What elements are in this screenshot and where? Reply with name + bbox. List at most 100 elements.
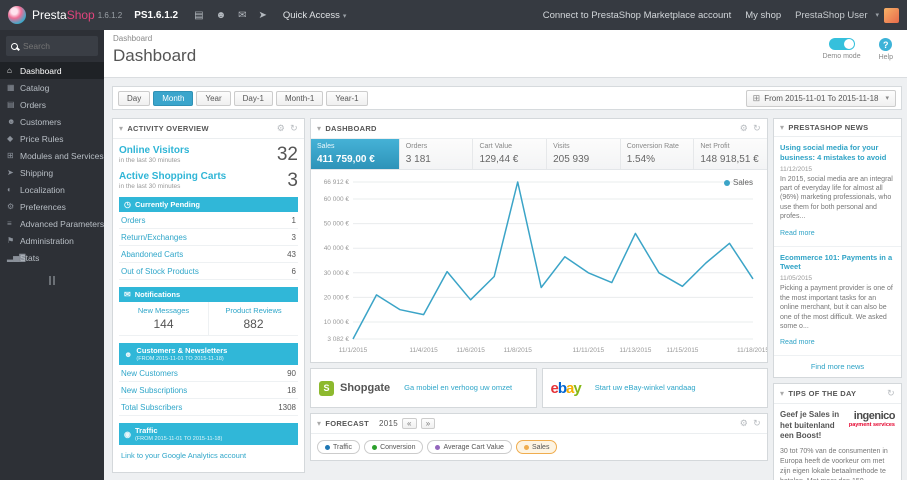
refresh-icon[interactable]: ↻	[887, 388, 895, 399]
gear-icon[interactable]: ⚙	[740, 123, 748, 134]
tip-body: 30 tot 70% van de consumenten in Europa …	[780, 447, 888, 480]
metric-average-cart-value-button[interactable]: Average Cart Value	[427, 440, 512, 454]
kpi-sales[interactable]: Sales 411 759,00 €	[311, 139, 399, 169]
shopgate-link[interactable]: Ga mobiel en verhoog uw omzet	[404, 383, 512, 392]
product-reviews-stat[interactable]: Product Reviews 882	[208, 302, 298, 335]
sidebar-item-administration[interactable]: ⚑ Administration	[0, 232, 104, 249]
sidebar-item-dashboard[interactable]: ⌂ Dashboard	[0, 62, 104, 79]
svg-text:60 000 €: 60 000 €	[324, 196, 350, 203]
gear-icon[interactable]: ⚙	[277, 123, 285, 134]
my-shop-link[interactable]: My shop	[745, 10, 781, 21]
sidebar-item-price-rules[interactable]: ◆ Price Rules	[0, 130, 104, 147]
sidebar-item-preferences[interactable]: ⚙ Preferences	[0, 198, 104, 215]
stat-value: 144	[153, 317, 174, 331]
sidebar-item-shipping[interactable]: ➤ Shipping	[0, 164, 104, 181]
help-button[interactable]: ? Help	[879, 38, 893, 61]
svg-text:66 912 €: 66 912 €	[324, 179, 350, 186]
kpi-value: 205 939	[553, 154, 590, 165]
prev-year-button[interactable]: «	[401, 418, 417, 429]
kpi-net-profit[interactable]: Net Profit 148 918,51 €	[693, 139, 767, 169]
list-item[interactable]: Orders 1	[119, 212, 298, 229]
page-header: Dashboard Dashboard Demo mode ? Help	[104, 30, 907, 78]
sidebar-item-advanced-parameters[interactable]: ≡ Advanced Parameters	[0, 215, 104, 232]
collapse-menu-icon[interactable]	[0, 276, 104, 285]
sidebar-item-stats[interactable]: ▂▅▇ Stats	[0, 249, 104, 266]
date-range-picker[interactable]: ⊞ From 2015-11-01 To 2015-11-18 ▾	[745, 89, 896, 107]
kpi-cart-value[interactable]: Cart Value 129,44 €	[472, 139, 547, 169]
kpi-value: 411 759,00 €	[317, 154, 375, 165]
google-analytics-link[interactable]: Link to your Google Analytics account	[119, 445, 298, 466]
list-item[interactable]: New Subscriptions 18	[119, 382, 298, 399]
kpi-orders[interactable]: Orders 3 181	[398, 139, 473, 169]
kpi-conversion-rate[interactable]: Conversion Rate 1.54%	[619, 139, 694, 169]
catalog-icon: ▦	[7, 83, 15, 92]
read-more-link[interactable]: Read more	[780, 339, 815, 346]
range-month-1-button[interactable]: Month-1	[275, 90, 324, 106]
range-year-button[interactable]: Year	[196, 90, 231, 106]
cart-icon[interactable]: ▤	[194, 10, 203, 21]
metric-label: Traffic	[333, 443, 353, 451]
refresh-icon[interactable]: ↻	[290, 123, 298, 134]
sidebar-item-customers[interactable]: ☻ Customers	[0, 113, 104, 130]
refresh-icon[interactable]: ↻	[753, 418, 761, 429]
list-item[interactable]: Out of Stock Products 6	[119, 263, 298, 280]
metric-traffic-button[interactable]: Traffic	[317, 440, 361, 454]
customers-icon[interactable]: ☻	[216, 10, 227, 21]
metric-label: Sales	[531, 443, 550, 451]
news-title-link[interactable]: Ecommerce 101: Payments in a Tweet	[780, 253, 895, 273]
sidebar-item-localization[interactable]: ◐ Localization	[0, 181, 104, 198]
sidebar-search[interactable]	[6, 36, 98, 56]
price-rules-icon: ◆	[7, 134, 14, 143]
demo-mode-toggle[interactable]: Demo mode	[822, 38, 861, 61]
metric-sales-button[interactable]: Sales	[515, 440, 558, 454]
sidebar-item-catalog[interactable]: ▦ Catalog	[0, 79, 104, 96]
sidebar-item-label: Price Rules	[20, 133, 64, 144]
new-messages-stat[interactable]: New Messages 144	[119, 302, 208, 335]
chevron-down-icon: ▾	[342, 12, 347, 20]
list-item[interactable]: Return/Exchanges 3	[119, 229, 298, 246]
svg-text:11/13/2015: 11/13/2015	[619, 347, 651, 354]
globe-icon: ◉	[124, 429, 131, 439]
toggle-switch[interactable]	[828, 38, 855, 50]
list-item[interactable]: Abandoned Carts 43	[119, 246, 298, 263]
online-visitors-label[interactable]: Online Visitors	[119, 145, 189, 156]
range-day-1-button[interactable]: Day-1	[233, 90, 273, 106]
metric-conversion-button[interactable]: Conversion	[364, 440, 424, 454]
quick-access-menu[interactable]: Quick Access ▾	[283, 10, 347, 21]
read-more-link[interactable]: Read more	[780, 230, 815, 237]
range-month-button[interactable]: Month	[153, 90, 194, 106]
search-input[interactable]	[23, 41, 93, 51]
rocket-icon[interactable]: ➤	[258, 10, 266, 21]
user-menu[interactable]: PrestaShop User ▾	[795, 7, 899, 23]
kpi-label: Orders	[405, 143, 428, 150]
chart-legend[interactable]: Sales	[723, 178, 753, 187]
refresh-icon[interactable]: ↻	[753, 123, 761, 134]
next-year-button[interactable]: »	[420, 418, 436, 429]
ebay-link[interactable]: Start uw eBay-winkel vandaag	[595, 383, 696, 392]
sidebar-item-modules[interactable]: ⊞ Modules and Services	[0, 147, 104, 164]
kpi-visits[interactable]: Visits 205 939	[546, 139, 620, 169]
news-title-link[interactable]: Using social media for your business: 4 …	[780, 143, 895, 163]
kpi-label: Visits	[553, 143, 570, 150]
row-label: Abandoned Carts	[121, 249, 184, 259]
shop-name[interactable]: PS1.6.1.2	[134, 10, 178, 21]
customers-section-title: Customers & Newsletters	[136, 346, 228, 355]
active-carts-label[interactable]: Active Shopping Carts	[119, 171, 226, 182]
row-value: 3	[291, 232, 296, 242]
kpi-value: 3 181	[405, 154, 431, 165]
range-year-1-button[interactable]: Year-1	[326, 90, 368, 106]
sidebar-item-orders[interactable]: ▤ Orders	[0, 96, 104, 113]
help-icon: ?	[879, 38, 893, 51]
find-more-news-link[interactable]: Find more news	[774, 356, 901, 377]
marketplace-link[interactable]: Connect to PrestaShop Marketplace accoun…	[543, 10, 732, 21]
page-title: Dashboard	[113, 46, 197, 65]
list-item[interactable]: Total Subscribers 1308	[119, 399, 298, 416]
messages-icon[interactable]: ✉	[238, 10, 246, 21]
sidebar-item-label: Administration	[20, 235, 74, 246]
brand-shop: Shop	[66, 8, 95, 22]
sidebar-item-label: Dashboard	[20, 65, 62, 76]
sidebar-item-label: Customers	[20, 116, 62, 127]
gear-icon[interactable]: ⚙	[740, 418, 748, 429]
list-item[interactable]: New Customers 90	[119, 365, 298, 382]
range-day-button[interactable]: Day	[118, 90, 151, 106]
